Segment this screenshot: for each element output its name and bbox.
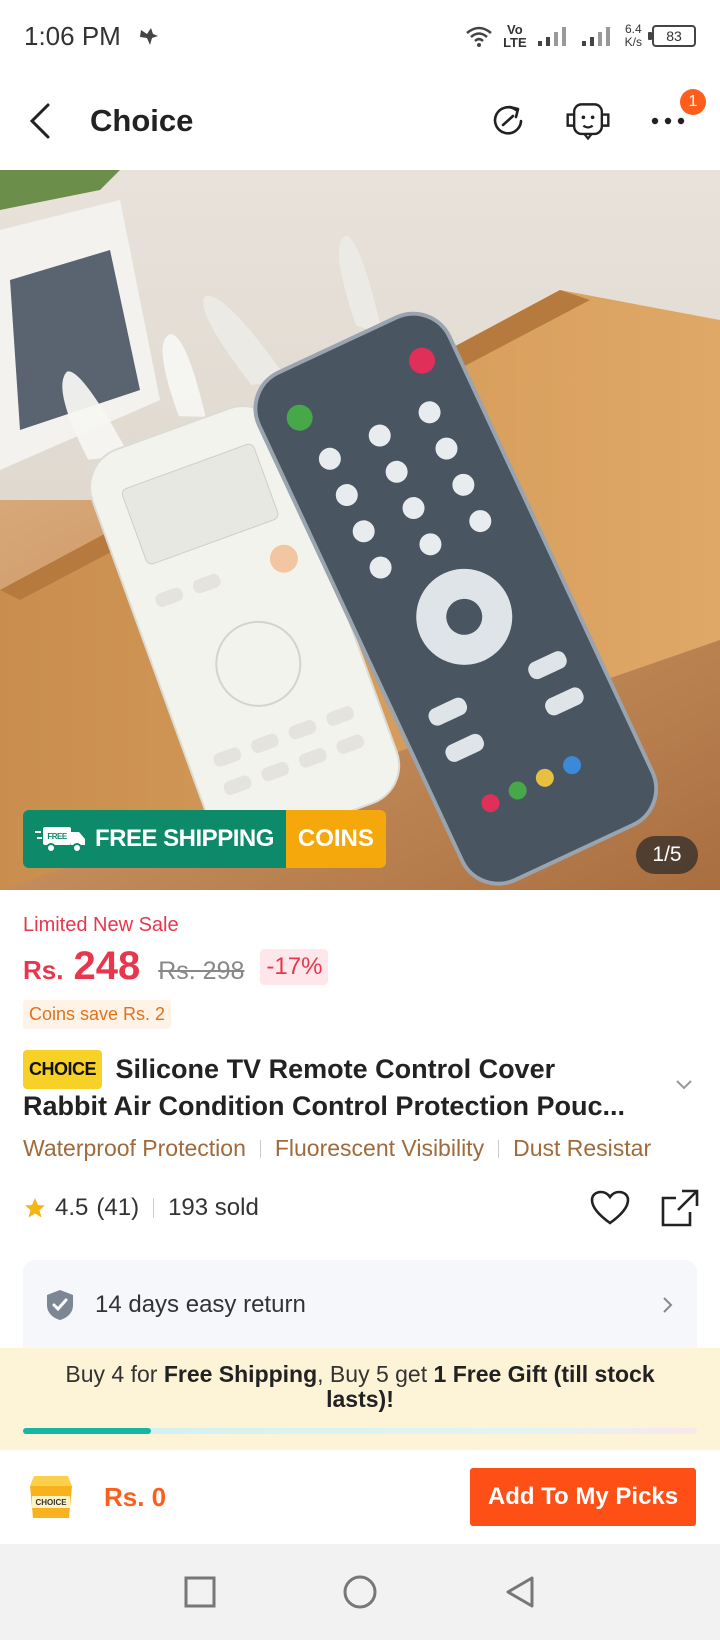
back-button[interactable]: [28, 97, 68, 145]
truck-label: FREE: [47, 832, 68, 841]
feature-item: Dust Resistar: [513, 1135, 652, 1161]
feature-divider: [259, 1139, 261, 1158]
discount-badge: -17%: [260, 948, 329, 985]
promo-text: Buy 4 for Free Shipping, Buy 5 get 1 Fre…: [40, 1362, 680, 1412]
lte-indicator: Vo LTE: [503, 23, 527, 49]
add-to-picks-button[interactable]: Add To My Picks: [470, 1468, 696, 1526]
nav-actions: 1: [484, 89, 706, 145]
rating-row: 4.5 (41) 193 sold: [23, 1188, 700, 1228]
signal-icon-2: [581, 27, 610, 46]
more-dots-icon: [651, 117, 685, 125]
star-icon: [25, 1198, 45, 1218]
top-nav: Choice 1: [0, 72, 720, 170]
bundle-promo-banner[interactable]: Buy 4 for Free Shipping, Buy 5 get 1 Fre…: [0, 1348, 720, 1450]
product-gallery[interactable]: FREE FREE SHIPPING COINS 1/5: [0, 170, 720, 890]
original-price: Rs. 298: [158, 957, 245, 985]
signal-icon-1: [537, 27, 566, 46]
coins-label: COINS: [297, 825, 374, 852]
status-time: 1:06 PM: [24, 20, 121, 51]
promo-part-1: Buy 4 for: [65, 1361, 164, 1387]
truck-icon: FREE: [35, 827, 85, 853]
free-shipping-label: FREE SHIPPING: [95, 825, 274, 852]
triangle-back-icon: [506, 1576, 534, 1608]
share-button[interactable]: [484, 97, 532, 145]
promo-progress-fill: [23, 1428, 152, 1434]
product-actions: [590, 1188, 700, 1228]
coins-save-badge: Coins save Rs. 2: [23, 1000, 172, 1029]
feature-item: Waterproof Protection: [23, 1135, 246, 1161]
share-external-icon[interactable]: [660, 1188, 700, 1228]
wishlist-heart-icon[interactable]: [590, 1190, 630, 1226]
promo-part-2: , Buy 5 get: [317, 1361, 434, 1387]
title-line-2: Rabbit Air Condition Control Protection …: [23, 1091, 625, 1121]
home-button[interactable]: [340, 1572, 380, 1612]
price-row: Rs. 248 Rs. 298 -17%: [23, 944, 329, 989]
shipping-banner: FREE FREE SHIPPING COINS: [23, 810, 386, 868]
lte-bottom: LTE: [503, 35, 527, 50]
choice-cart-icon[interactable]: CHOICE: [24, 1472, 78, 1522]
chevron-left-icon: [29, 103, 50, 139]
page-title: Choice: [90, 103, 194, 138]
rating-score: 4.5: [55, 1194, 89, 1221]
coins-tag: COINS: [285, 810, 386, 868]
product-image: [0, 170, 720, 890]
feature-item: Fluorescent Visibility: [274, 1135, 485, 1161]
price-currency: Rs.: [23, 955, 64, 985]
notification-badge: 1: [680, 89, 706, 115]
title-line-1: Silicone TV Remote Control Cover: [115, 1054, 556, 1084]
network-speed: 6.4 K/s: [625, 23, 642, 49]
current-price: 248: [73, 944, 141, 988]
system-nav-bar: [0, 1544, 720, 1640]
expand-title-icon[interactable]: [672, 1072, 696, 1096]
status-indicators: Vo LTE 6.4 K/s 83: [465, 23, 696, 49]
more-menu-button[interactable]: 1: [644, 89, 706, 145]
wifi-icon: [466, 26, 492, 47]
promo-bold-1: Free Shipping: [163, 1361, 318, 1387]
battery-icon: 83: [648, 25, 696, 47]
image-page-indicator: 1/5: [636, 836, 698, 874]
sale-label: Limited New Sale: [23, 914, 179, 936]
rating-divider: [153, 1198, 155, 1218]
feature-divider: [498, 1139, 500, 1158]
product-title[interactable]: CHOICE Silicone TV Remote Control Cover …: [23, 1050, 663, 1124]
cart-box-label: CHOICE: [35, 1498, 67, 1507]
picks-total: Rs. 0: [104, 1481, 167, 1512]
notification-icon: [139, 28, 158, 45]
bottom-action-bar: CHOICE Rs. 0 Add To My Picks: [0, 1450, 720, 1544]
feature-list: Waterproof Protection Fluorescent Visibi…: [23, 1135, 720, 1162]
chevron-right-icon: [663, 1297, 673, 1313]
speed-unit: K/s: [624, 35, 642, 49]
free-shipping-tag: FREE FREE SHIPPING: [23, 810, 286, 868]
system-back-button[interactable]: [500, 1572, 540, 1612]
status-bar: 1:06 PM Vo LTE 6.4 K/s 83: [0, 0, 720, 72]
support-robot-icon: [566, 103, 610, 141]
choice-tag: CHOICE: [23, 1050, 103, 1089]
recent-apps-button[interactable]: [180, 1572, 220, 1612]
promo-progress-track: [23, 1428, 697, 1434]
battery-level: 83: [666, 28, 682, 44]
shield-check-icon: [47, 1290, 73, 1320]
return-policy-label: 14 days easy return: [95, 1291, 306, 1318]
square-icon: [184, 1576, 216, 1608]
circle-icon: [343, 1575, 377, 1609]
rating-count[interactable]: (41): [96, 1194, 139, 1222]
return-policy-row[interactable]: 14 days easy return: [23, 1260, 697, 1350]
refresh-share-icon: [493, 105, 523, 135]
sold-count: 193 sold: [168, 1194, 259, 1221]
customer-service-button[interactable]: [564, 97, 612, 145]
